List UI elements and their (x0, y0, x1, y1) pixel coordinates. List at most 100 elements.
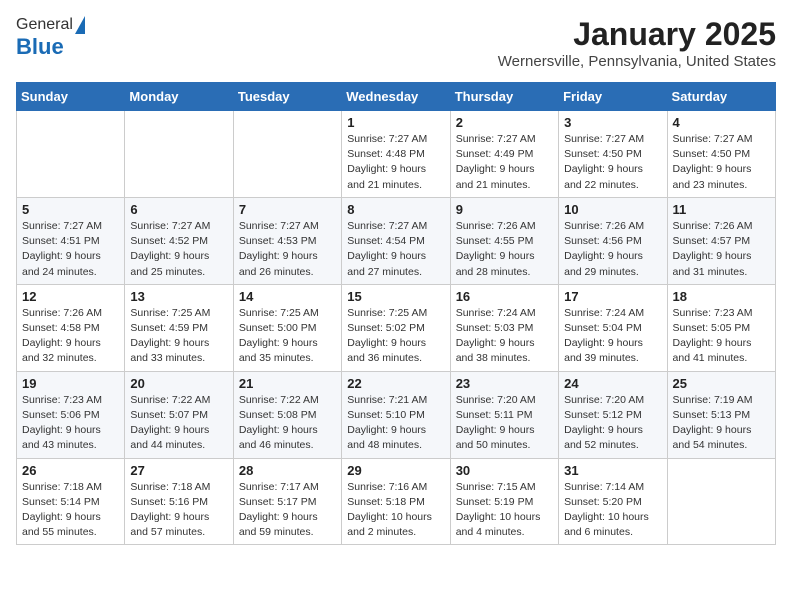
day-number: 3 (564, 115, 661, 130)
calendar-day-cell: 22Sunrise: 7:21 AM Sunset: 5:10 PM Dayli… (342, 371, 450, 458)
weekday-header-cell: Tuesday (233, 83, 341, 111)
day-info: Sunrise: 7:27 AM Sunset: 4:50 PM Dayligh… (564, 132, 661, 193)
day-info: Sunrise: 7:16 AM Sunset: 5:18 PM Dayligh… (347, 480, 444, 541)
day-number: 13 (130, 289, 227, 304)
calendar-day-cell: 2 Sunrise: 7:27 AM Sunset: 4:49 PM Daylig… (450, 111, 558, 198)
day-info: Sunrise: 7:27 AM Sunset: 4:50 PM Dayligh… (673, 132, 770, 193)
calendar-body: 1Sunrise: 7:27 AM Sunset: 4:48 PM Daylig… (17, 111, 776, 545)
calendar-week-row: 12 Sunrise: 7:26 AM Sunset: 4:58 PM Dayli… (17, 284, 776, 371)
day-number: 12 (22, 289, 119, 304)
day-number: 31 (564, 463, 661, 478)
weekday-header-cell: Wednesday (342, 83, 450, 111)
logo-triangle-icon (75, 16, 85, 34)
day-info: Sunrise: 7:27 AM Sunset: 4:54 PM Dayligh… (347, 219, 444, 280)
calendar-day-cell: 15 Sunrise: 7:25 AM Sunset: 5:02 PM Dayli… (342, 284, 450, 371)
calendar-day-cell: 6Sunrise: 7:27 AM Sunset: 4:52 PM Daylig… (125, 197, 233, 284)
title-block: January 2025 Wernersville, Pennsylvania,… (498, 16, 776, 70)
day-info: Sunrise: 7:26 AM Sunset: 4:56 PM Dayligh… (564, 219, 661, 280)
calendar-day-cell: 1Sunrise: 7:27 AM Sunset: 4:48 PM Daylig… (342, 111, 450, 198)
calendar-day-cell: 24 Sunrise: 7:20 AM Sunset: 5:12 PM Dayli… (559, 371, 667, 458)
day-number: 21 (239, 376, 336, 391)
logo-general-text: General (16, 16, 73, 34)
page-header: General Blue January 2025 Wernersville, … (16, 16, 776, 70)
day-number: 4 (673, 115, 770, 130)
calendar-day-cell: 17Sunrise: 7:24 AM Sunset: 5:04 PM Dayli… (559, 284, 667, 371)
calendar-day-cell: 19Sunrise: 7:23 AM Sunset: 5:06 PM Dayli… (17, 371, 125, 458)
day-info: Sunrise: 7:22 AM Sunset: 5:08 PM Dayligh… (239, 393, 336, 454)
day-info: Sunrise: 7:23 AM Sunset: 5:06 PM Dayligh… (22, 393, 119, 454)
calendar-day-cell: 21 Sunrise: 7:22 AM Sunset: 5:08 PM Dayli… (233, 371, 341, 458)
day-info: Sunrise: 7:23 AM Sunset: 5:05 PM Dayligh… (673, 306, 770, 367)
calendar-day-cell: 18 Sunrise: 7:23 AM Sunset: 5:05 PM Dayli… (667, 284, 775, 371)
day-info: Sunrise: 7:19 AM Sunset: 5:13 PM Dayligh… (673, 393, 770, 454)
day-number: 14 (239, 289, 336, 304)
day-number: 30 (456, 463, 553, 478)
day-info: Sunrise: 7:25 AM Sunset: 4:59 PM Dayligh… (130, 306, 227, 367)
calendar-day-cell: 20 Sunrise: 7:22 AM Sunset: 5:07 PM Dayli… (125, 371, 233, 458)
day-number: 16 (456, 289, 553, 304)
day-number: 6 (130, 202, 227, 217)
day-number: 27 (130, 463, 227, 478)
calendar-week-row: 26 Sunrise: 7:18 AM Sunset: 5:14 PM Dayli… (17, 458, 776, 545)
day-info: Sunrise: 7:25 AM Sunset: 5:02 PM Dayligh… (347, 306, 444, 367)
day-info: Sunrise: 7:22 AM Sunset: 5:07 PM Dayligh… (130, 393, 227, 454)
day-number: 25 (673, 376, 770, 391)
day-number: 1 (347, 115, 444, 130)
weekday-header-cell: Sunday (17, 83, 125, 111)
weekday-header-cell: Thursday (450, 83, 558, 111)
day-number: 28 (239, 463, 336, 478)
logo: General Blue (16, 16, 85, 60)
day-info: Sunrise: 7:26 AM Sunset: 4:55 PM Dayligh… (456, 219, 553, 280)
calendar-day-cell (667, 458, 775, 545)
calendar-week-row: 19Sunrise: 7:23 AM Sunset: 5:06 PM Dayli… (17, 371, 776, 458)
calendar-day-cell: 8 Sunrise: 7:27 AM Sunset: 4:54 PM Daylig… (342, 197, 450, 284)
calendar-table: SundayMondayTuesdayWednesdayThursdayFrid… (16, 82, 776, 545)
day-info: Sunrise: 7:26 AM Sunset: 4:57 PM Dayligh… (673, 219, 770, 280)
day-info: Sunrise: 7:26 AM Sunset: 4:58 PM Dayligh… (22, 306, 119, 367)
day-number: 7 (239, 202, 336, 217)
calendar-day-cell: 16Sunrise: 7:24 AM Sunset: 5:03 PM Dayli… (450, 284, 558, 371)
day-number: 8 (347, 202, 444, 217)
calendar-day-cell: 11 Sunrise: 7:26 AM Sunset: 4:57 PM Dayli… (667, 197, 775, 284)
day-info: Sunrise: 7:15 AM Sunset: 5:19 PM Dayligh… (456, 480, 553, 541)
day-info: Sunrise: 7:25 AM Sunset: 5:00 PM Dayligh… (239, 306, 336, 367)
day-info: Sunrise: 7:20 AM Sunset: 5:11 PM Dayligh… (456, 393, 553, 454)
day-number: 24 (564, 376, 661, 391)
day-info: Sunrise: 7:14 AM Sunset: 5:20 PM Dayligh… (564, 480, 661, 541)
weekday-header-cell: Friday (559, 83, 667, 111)
day-number: 11 (673, 202, 770, 217)
calendar-day-cell: 13 Sunrise: 7:25 AM Sunset: 4:59 PM Dayli… (125, 284, 233, 371)
calendar-day-cell (233, 111, 341, 198)
day-info: Sunrise: 7:27 AM Sunset: 4:51 PM Dayligh… (22, 219, 119, 280)
calendar-day-cell: 25 Sunrise: 7:19 AM Sunset: 5:13 PM Dayli… (667, 371, 775, 458)
calendar-day-cell: 3 Sunrise: 7:27 AM Sunset: 4:50 PM Daylig… (559, 111, 667, 198)
day-info: Sunrise: 7:27 AM Sunset: 4:49 PM Dayligh… (456, 132, 553, 193)
day-info: Sunrise: 7:21 AM Sunset: 5:10 PM Dayligh… (347, 393, 444, 454)
calendar-day-cell: 27Sunrise: 7:18 AM Sunset: 5:16 PM Dayli… (125, 458, 233, 545)
month-title: January 2025 (498, 16, 776, 53)
calendar-day-cell: 28Sunrise: 7:17 AM Sunset: 5:17 PM Dayli… (233, 458, 341, 545)
day-info: Sunrise: 7:27 AM Sunset: 4:53 PM Dayligh… (239, 219, 336, 280)
calendar-day-cell: 30 Sunrise: 7:15 AM Sunset: 5:19 PM Dayli… (450, 458, 558, 545)
day-info: Sunrise: 7:20 AM Sunset: 5:12 PM Dayligh… (564, 393, 661, 454)
location-text: Wernersville, Pennsylvania, United State… (498, 53, 776, 70)
day-info: Sunrise: 7:18 AM Sunset: 5:14 PM Dayligh… (22, 480, 119, 541)
calendar-day-cell: 7 Sunrise: 7:27 AM Sunset: 4:53 PM Daylig… (233, 197, 341, 284)
weekday-header-cell: Saturday (667, 83, 775, 111)
calendar-day-cell: 23 Sunrise: 7:20 AM Sunset: 5:11 PM Dayli… (450, 371, 558, 458)
calendar-day-cell: 29Sunrise: 7:16 AM Sunset: 5:18 PM Dayli… (342, 458, 450, 545)
day-number: 26 (22, 463, 119, 478)
day-number: 18 (673, 289, 770, 304)
day-number: 23 (456, 376, 553, 391)
day-number: 5 (22, 202, 119, 217)
day-number: 15 (347, 289, 444, 304)
weekday-header-cell: Monday (125, 83, 233, 111)
calendar-day-cell: 5 Sunrise: 7:27 AM Sunset: 4:51 PM Daylig… (17, 197, 125, 284)
calendar-day-cell: 10Sunrise: 7:26 AM Sunset: 4:56 PM Dayli… (559, 197, 667, 284)
day-number: 20 (130, 376, 227, 391)
calendar-day-cell: 14 Sunrise: 7:25 AM Sunset: 5:00 PM Dayli… (233, 284, 341, 371)
day-number: 2 (456, 115, 553, 130)
calendar-week-row: 5 Sunrise: 7:27 AM Sunset: 4:51 PM Daylig… (17, 197, 776, 284)
calendar-day-cell: 31 Sunrise: 7:14 AM Sunset: 5:20 PM Dayli… (559, 458, 667, 545)
logo-blue-text: Blue (16, 34, 64, 60)
